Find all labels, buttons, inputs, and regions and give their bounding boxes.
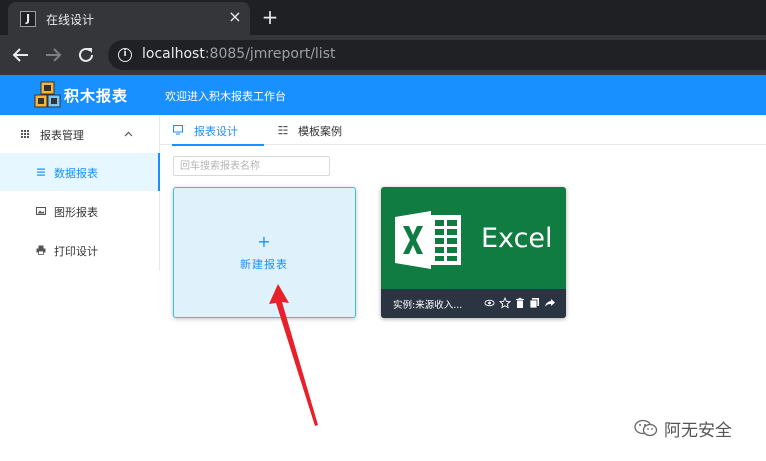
- red-arrow-annotation: [269, 284, 318, 426]
- forward-arrow-icon[interactable]: [42, 44, 64, 66]
- tab-template-cases[interactable]: 模板案例: [276, 115, 356, 145]
- sidebar-item-print-design[interactable]: 打印设计: [0, 231, 159, 269]
- excel-logo-icon: [395, 211, 461, 269]
- report-name: 实例:来源收入...: [393, 300, 463, 311]
- menu-group-report-management[interactable]: 报表管理: [0, 115, 159, 153]
- printer-icon: [36, 245, 46, 255]
- info-icon[interactable]: i: [118, 48, 132, 62]
- sidebar-item-label: 图形报表: [54, 206, 98, 219]
- sidebar-item-chart-report[interactable]: 图形报表: [0, 192, 159, 230]
- wechat-icon: [634, 419, 658, 437]
- tab-label: 模板案例: [298, 125, 342, 138]
- watermark: 阿无安全: [634, 416, 754, 441]
- eye-icon[interactable]: [484, 297, 495, 309]
- template-icon: [278, 126, 288, 135]
- card-actions: [484, 297, 556, 309]
- sidebar: 报表管理 数据报表 图形报表 打印设计: [0, 115, 160, 271]
- menu-group-label: 报表管理: [40, 129, 84, 142]
- copy-icon[interactable]: [529, 297, 540, 309]
- tab-label: 报表设计: [194, 125, 238, 138]
- tab-title: 在线设计: [46, 13, 95, 27]
- content-tabs: 报表设计 模板案例: [160, 115, 766, 146]
- address-bar[interactable]: i localhost:8085/jmreport/list: [108, 40, 766, 70]
- plus-icon: +: [257, 232, 271, 251]
- star-icon[interactable]: [499, 297, 511, 309]
- list-icon: [37, 168, 45, 176]
- grid-icon: [21, 130, 29, 138]
- url-text: localhost:8085/jmreport/list: [142, 46, 336, 62]
- browser-toolbar: i localhost:8085/jmreport/list: [0, 35, 766, 75]
- sidebar-item-label: 数据报表: [54, 167, 98, 180]
- welcome-text: 欢迎进入积木报表工作台: [165, 90, 286, 103]
- sidebar-item-label: 打印设计: [54, 245, 98, 258]
- sidebar-item-data-report[interactable]: 数据报表: [0, 153, 160, 191]
- monitor-icon: [173, 125, 183, 135]
- search-input[interactable]: [173, 156, 330, 176]
- close-tab-icon[interactable]: ×: [226, 8, 244, 26]
- new-report-card[interactable]: + 新建报表: [173, 187, 356, 318]
- logo-text: 积木报表: [64, 87, 129, 105]
- trash-icon[interactable]: [515, 297, 525, 309]
- jimu-logo-icon: [34, 81, 61, 108]
- browser-tab[interactable]: J 在线设计 ×: [8, 2, 250, 35]
- card-footer: 实例:来源收入...: [381, 289, 566, 318]
- browser-tabstrip: J 在线设计 × +: [0, 0, 766, 35]
- tab-report-design[interactable]: 报表设计: [172, 115, 264, 146]
- share-icon[interactable]: [544, 297, 556, 309]
- app-header: 积木报表 欢迎进入积木报表工作台: [0, 75, 766, 115]
- new-tab-icon[interactable]: +: [260, 7, 280, 27]
- reload-icon[interactable]: [75, 44, 97, 66]
- back-arrow-icon[interactable]: [10, 44, 32, 66]
- chevron-up-icon: [124, 131, 133, 137]
- new-report-label: 新建报表: [240, 258, 288, 271]
- favicon-icon: J: [20, 11, 36, 27]
- report-card-excel[interactable]: Excel 实例:来源收入...: [381, 187, 566, 318]
- watermark-text: 阿无安全: [664, 421, 732, 441]
- excel-brand-text: Excel: [481, 223, 553, 254]
- image-icon: [36, 207, 46, 215]
